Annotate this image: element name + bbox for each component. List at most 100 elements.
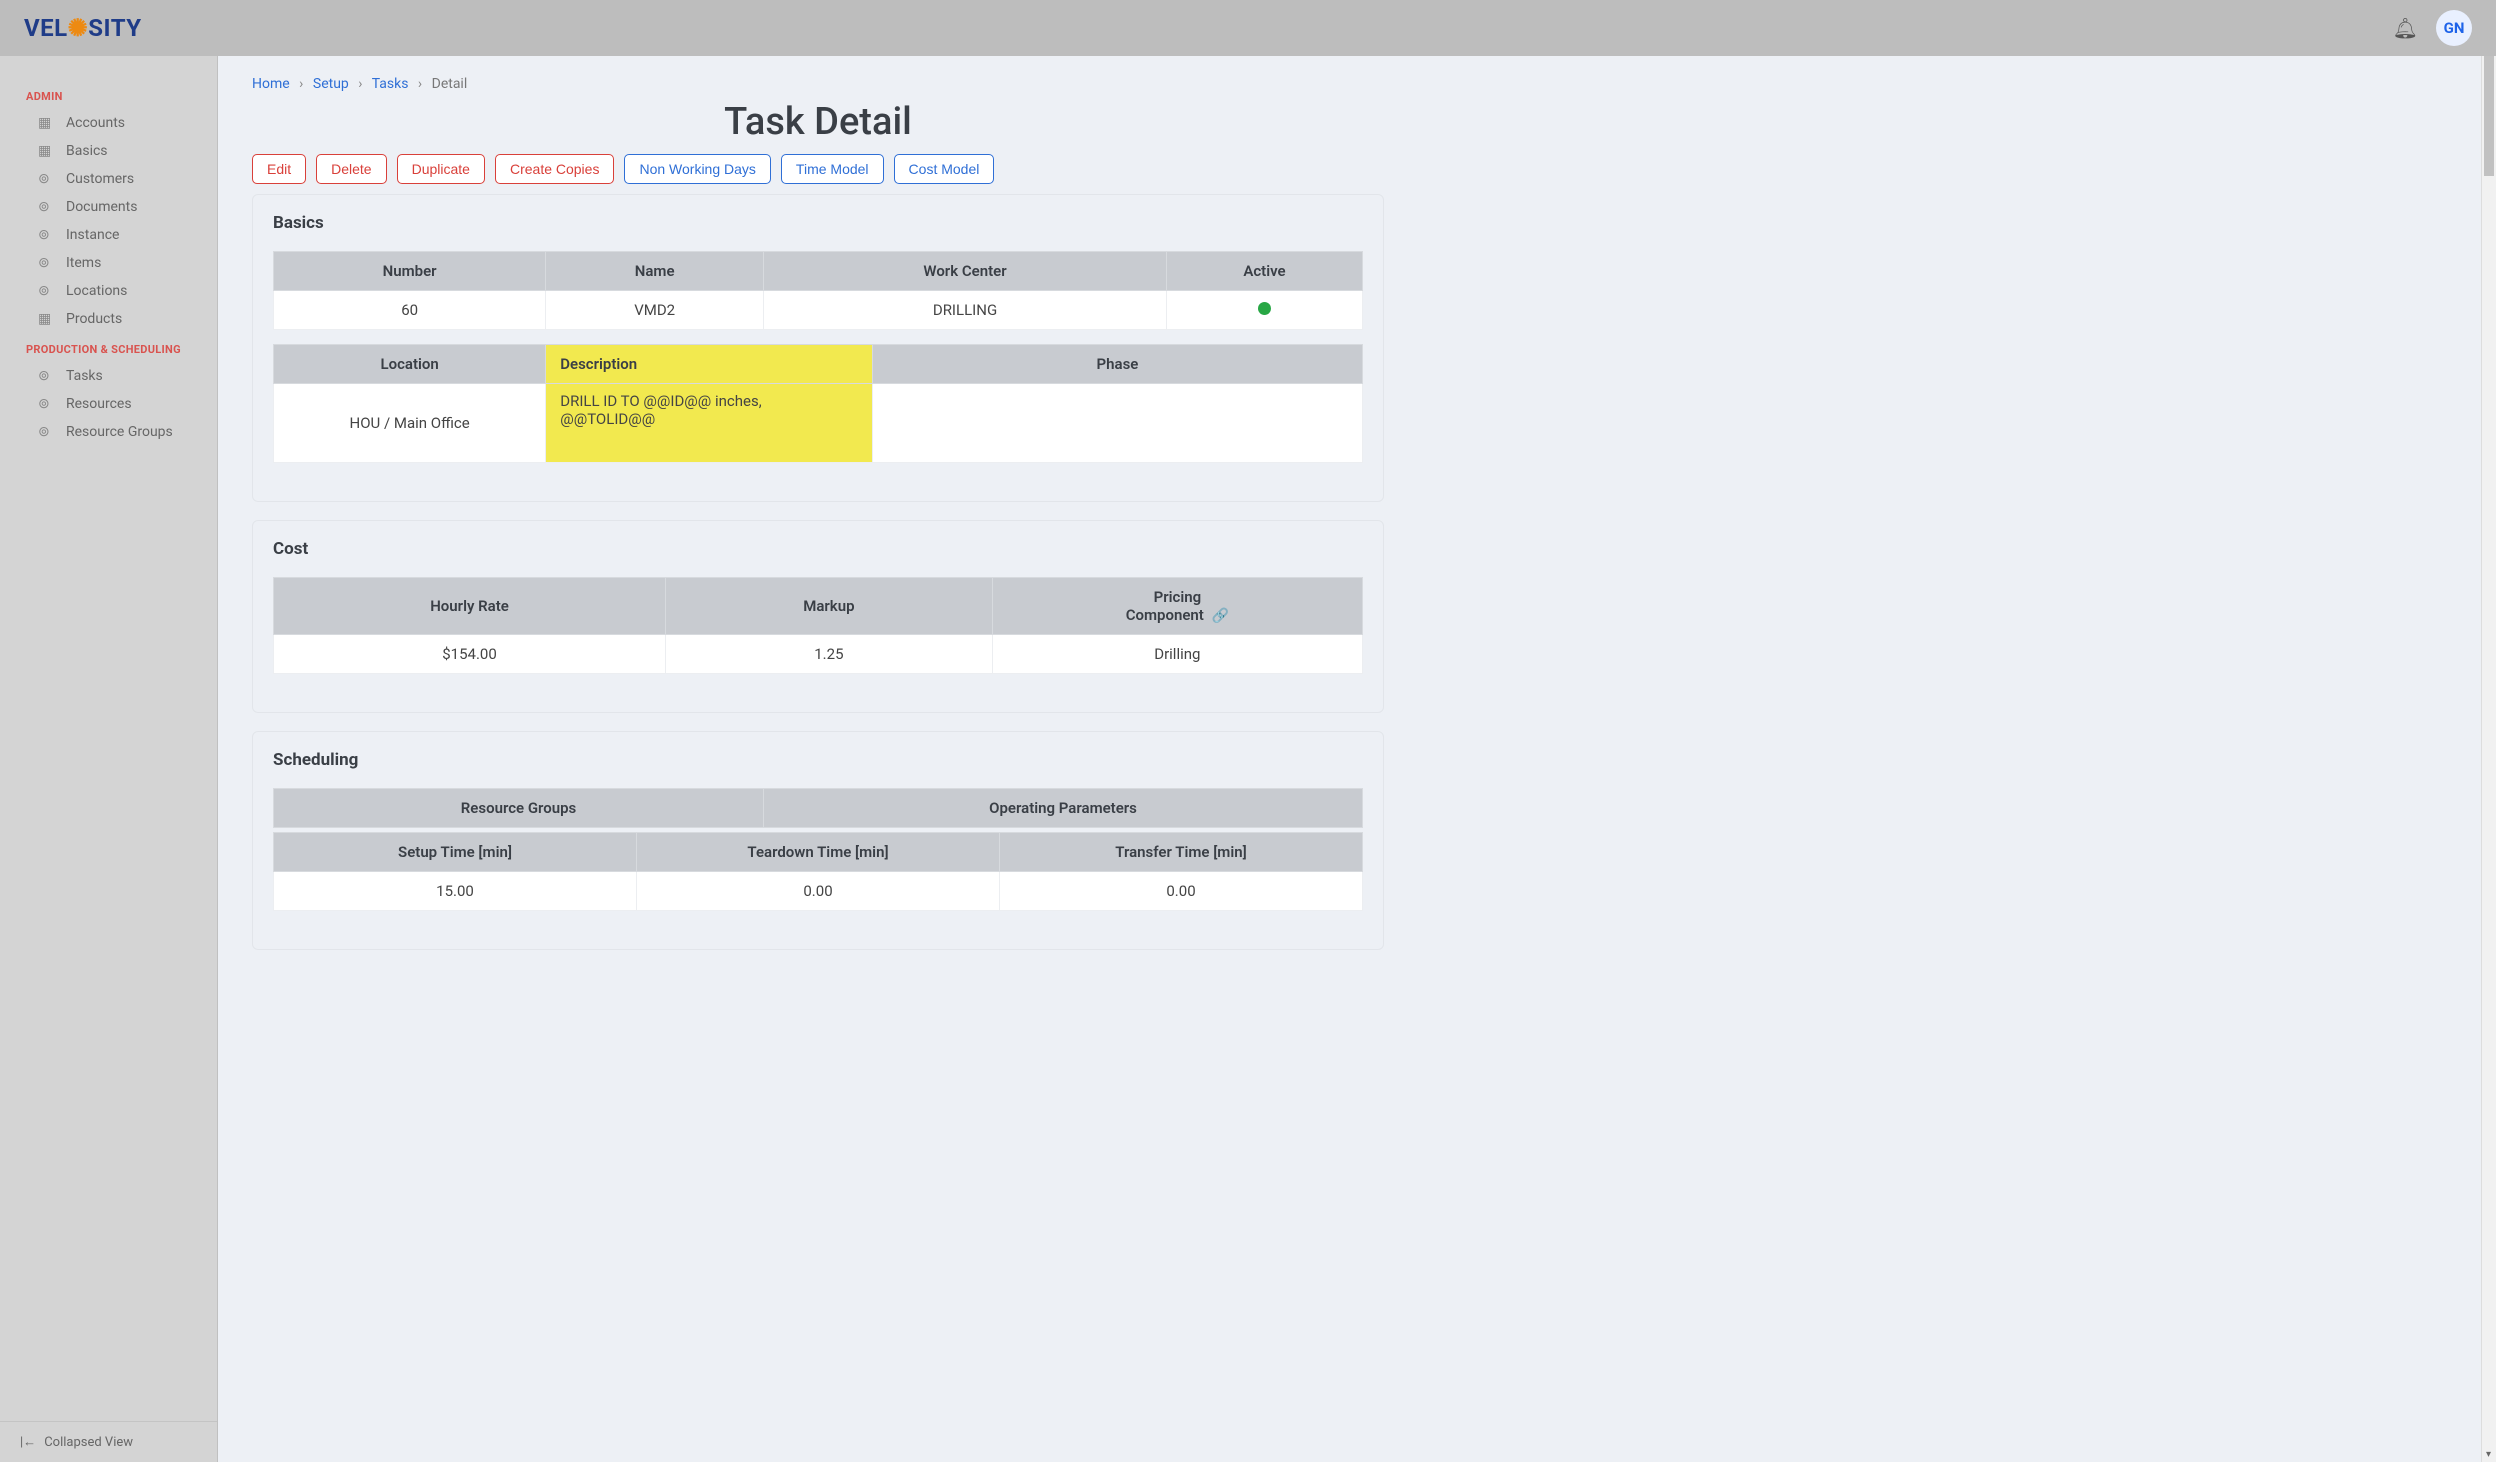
time-model-button[interactable]: Time Model xyxy=(781,154,884,184)
building-icon: ▦ xyxy=(38,143,54,159)
basics-table-1: Number Name Work Center Active 60 VMD2 D… xyxy=(273,251,1363,330)
sidebar-item-items[interactable]: ⊚ Items xyxy=(0,249,217,277)
col-hourly-rate: Hourly Rate xyxy=(274,578,666,635)
target-icon: ⊚ xyxy=(38,396,54,412)
sidebar-item-label: Tasks xyxy=(66,368,103,384)
col-phase: Phase xyxy=(872,345,1362,384)
col-operating-parameters: Operating Parameters xyxy=(764,789,1363,828)
col-number: Number xyxy=(274,252,546,291)
cell-setup-time: 15.00 xyxy=(274,872,637,911)
scheduling-card: Scheduling Resource Groups Operating Par… xyxy=(252,731,1384,950)
table-row: 60 VMD2 DRILLING xyxy=(274,291,1363,330)
col-resource-groups: Resource Groups xyxy=(274,789,764,828)
basics-card: Basics Number Name Work Center Active 60… xyxy=(252,194,1384,502)
table-row: HOU / Main OfficeDRILL ID TO @@ID@@ inch… xyxy=(274,384,1363,463)
scrollbar[interactable]: ▴ ▾ xyxy=(2481,56,2496,1462)
table-row: 15.00 0.00 0.00 xyxy=(274,872,1363,911)
chevron-right-icon: › xyxy=(299,76,303,92)
sidebar-section-admin: ADMIN xyxy=(0,80,217,109)
sidebar-item-label: Accounts xyxy=(66,115,125,131)
cell-transfer-time: 0.00 xyxy=(1000,872,1363,911)
sidebar-item-customers[interactable]: ⊚ Customers xyxy=(0,165,217,193)
logo-text-post: SITY xyxy=(88,14,141,42)
scheduling-heading: Scheduling xyxy=(273,750,1363,770)
basics-table-2: LocationDescriptionPhaseHOU / Main Offic… xyxy=(273,344,1363,463)
cell-work-center: DRILLING xyxy=(764,291,1167,330)
col-markup: Markup xyxy=(666,578,993,635)
sidebar-item-instance[interactable]: ⊚ Instance xyxy=(0,221,217,249)
page-title: Task Detail xyxy=(252,100,1384,144)
sidebar-item-accounts[interactable]: ▦ Accounts xyxy=(0,109,217,137)
col-teardown-time: Teardown Time [min] xyxy=(637,833,1000,872)
create-copies-button[interactable]: Create Copies xyxy=(495,154,615,184)
col-transfer-time: Transfer Time [min] xyxy=(1000,833,1363,872)
col-setup-time: Setup Time [min] xyxy=(274,833,637,872)
breadcrumb-detail: Detail xyxy=(432,76,468,92)
sidebar-item-documents[interactable]: ⊚Documents xyxy=(0,193,217,221)
cell-teardown-time: 0.00 xyxy=(637,872,1000,911)
cell-description: DRILL ID TO @@ID@@ inches, @@TOLID@@ xyxy=(546,384,873,463)
building-icon: ▦ xyxy=(38,115,54,131)
breadcrumb-tasks[interactable]: Tasks xyxy=(372,76,409,92)
chevron-right-icon: › xyxy=(418,76,422,92)
logo-text-pre: VEL xyxy=(24,14,68,42)
target-icon: ⊚ xyxy=(38,227,54,243)
scroll-down-icon[interactable]: ▾ xyxy=(2481,1447,2496,1462)
topbar: VEL✺SITY 🔔︎ GN xyxy=(0,0,2496,56)
sidebar-item-label: Items xyxy=(66,255,101,271)
sidebar: ADMIN ▦Accounts ▦Basics ⊚Customers ⊚Docu… xyxy=(0,56,218,1462)
cell-hourly-rate: $154.00 xyxy=(274,635,666,674)
collapse-icon: |← xyxy=(20,1434,36,1450)
link-icon[interactable]: 🔗 xyxy=(1212,608,1229,624)
table-row: $154.00 1.25 Drilling xyxy=(274,635,1363,674)
sidebar-item-basics[interactable]: ▦ Basics xyxy=(0,137,217,165)
avatar-initials: GN xyxy=(2444,19,2465,37)
cell-location: HOU / Main Office xyxy=(274,384,546,463)
chevron-right-icon: › xyxy=(358,76,362,92)
building-icon: ▦ xyxy=(38,311,54,327)
scrollbar-thumb[interactable] xyxy=(2484,56,2494,176)
edit-button[interactable]: Edit xyxy=(252,154,306,184)
col-name: Name xyxy=(546,252,764,291)
non-working-days-button[interactable]: Non Working Days xyxy=(624,154,770,184)
duplicate-button[interactable]: Duplicate xyxy=(397,154,485,184)
breadcrumb-home[interactable]: Home xyxy=(252,76,290,92)
sidebar-item-tasks[interactable]: ⊚Tasks xyxy=(0,362,217,390)
cost-card: Cost Hourly Rate Markup Pricing Componen… xyxy=(252,520,1384,713)
sidebar-item-label: Documents xyxy=(66,199,137,215)
col-active: Active xyxy=(1166,252,1362,291)
cell-number: 60 xyxy=(274,291,546,330)
sidebar-item-products[interactable]: ▦Products xyxy=(0,305,217,333)
content: Home › Setup › Tasks › Detail Task Detai… xyxy=(218,56,2496,1462)
active-indicator-icon xyxy=(1258,302,1271,315)
sidebar-item-label: Basics xyxy=(66,143,108,159)
logo: VEL✺SITY xyxy=(24,14,142,42)
col-pricing-component: Pricing Component 🔗 xyxy=(992,578,1362,635)
cell-pricing-component: Drilling xyxy=(992,635,1362,674)
logo-accent-icon: ✺ xyxy=(68,14,89,42)
scheduling-table-2: Setup Time [min] Teardown Time [min] Tra… xyxy=(273,832,1363,911)
breadcrumb-setup[interactable]: Setup xyxy=(313,76,349,92)
basics-heading: Basics xyxy=(273,213,1363,233)
col-work-center: Work Center xyxy=(764,252,1167,291)
sidebar-item-locations[interactable]: ⊚Locations xyxy=(0,277,217,305)
avatar[interactable]: GN xyxy=(2436,10,2472,46)
collapse-label: Collapsed View xyxy=(44,1435,133,1450)
sidebar-item-resource-groups[interactable]: ⊚Resource Groups xyxy=(0,418,217,446)
sidebar-section-production: PRODUCTION & SCHEDULING xyxy=(0,333,217,362)
sidebar-item-label: Instance xyxy=(66,227,119,243)
action-buttons: Edit Delete Duplicate Create Copies Non … xyxy=(252,154,1384,184)
sidebar-item-resources[interactable]: ⊚Resources xyxy=(0,390,217,418)
cell-markup: 1.25 xyxy=(666,635,993,674)
cost-model-button[interactable]: Cost Model xyxy=(894,154,995,184)
target-icon: ⊚ xyxy=(38,283,54,299)
scheduling-table-1: Resource Groups Operating Parameters xyxy=(273,788,1363,828)
sidebar-item-label: Customers xyxy=(66,171,134,187)
col-location: Location xyxy=(274,345,546,384)
cost-table: Hourly Rate Markup Pricing Component 🔗 $… xyxy=(273,577,1363,674)
delete-button[interactable]: Delete xyxy=(316,154,386,184)
collapse-sidebar-button[interactable]: |← Collapsed View xyxy=(0,1421,217,1462)
notifications-icon[interactable]: 🔔︎ xyxy=(2393,16,2418,40)
target-icon: ⊚ xyxy=(38,255,54,271)
target-icon: ⊚ xyxy=(38,171,54,187)
